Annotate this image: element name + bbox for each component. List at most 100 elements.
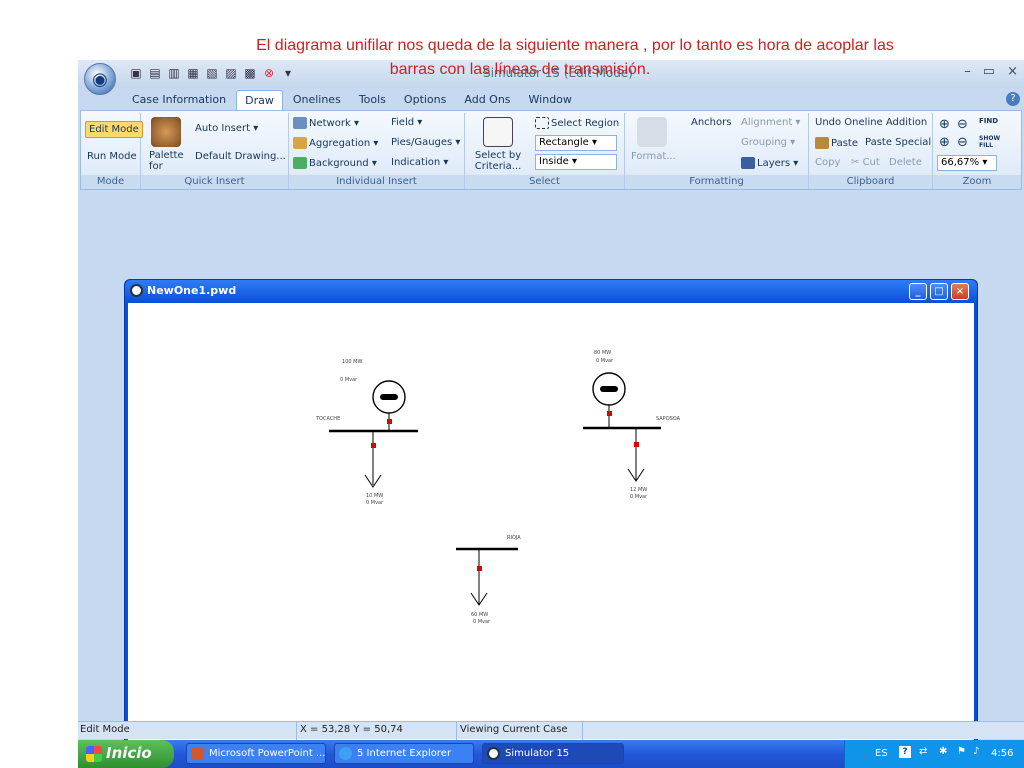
background-button[interactable]: Background ▾ (293, 157, 377, 169)
generator-breaker[interactable] (387, 419, 392, 424)
paste-button[interactable]: Paste (815, 137, 858, 149)
minimize-icon[interactable]: – (964, 64, 971, 79)
layers-icon (741, 157, 755, 169)
group-formatting: Format... Anchors Alignment ▾ Grouping ▾… (625, 113, 809, 189)
tab-case-information[interactable]: Case Information (124, 90, 234, 110)
saposoa-load-mvar: 0 Mvar (630, 494, 648, 500)
anchors-button[interactable]: Anchors (691, 117, 731, 128)
indication-button[interactable]: Indication ▾ (391, 157, 448, 168)
show-fill-button[interactable]: SHOW FILL (979, 135, 1009, 149)
grid-icon[interactable]: ▦ (185, 65, 201, 81)
load-breaker[interactable] (371, 443, 376, 448)
zoom-level-combo[interactable]: 66,67% ▾ (937, 155, 997, 171)
bluetooth-tray-icon[interactable]: ✱ (939, 746, 947, 757)
select-by-criteria-button[interactable]: Select by Criteria... (473, 150, 523, 172)
language-indicator[interactable]: ES (875, 748, 888, 759)
layers-button[interactable]: Layers ▾ (741, 157, 798, 169)
paste-special-button[interactable]: Paste Special (865, 137, 931, 148)
edit-mode-button[interactable]: Edit Mode (85, 121, 143, 138)
volume-tray-icon[interactable]: ♪ (973, 746, 979, 757)
network-button[interactable]: Network ▾ (293, 117, 359, 129)
tab-options[interactable]: Options (396, 90, 454, 110)
delete-button[interactable]: Delete (889, 157, 922, 168)
bus-rioja[interactable] (456, 547, 518, 606)
quick-access-toolbar: ▣ ▤ ▥ ▦ ▧ ▨ ▩ ⊗ ▾ (128, 65, 296, 81)
security-tray-icon[interactable]: ⚑ (957, 746, 966, 757)
zoom-in-icon[interactable]: ⊕ (939, 135, 950, 150)
run-mode-button[interactable]: Run Mode (87, 151, 137, 162)
aggregation-icon (293, 137, 307, 149)
cut-button[interactable]: ✂ Cut (851, 157, 880, 168)
undo-button[interactable]: Undo Oneline Addition (815, 117, 927, 128)
tab-window[interactable]: Window (521, 90, 580, 110)
task-internet-explorer[interactable]: 5 Internet Explorer (334, 743, 474, 764)
group-zoom: ⊕ ⊖ FIND ⊕ ⊖ SHOW FILL 66,67% ▾ Zoom (933, 113, 1021, 189)
slide-caption-line-1: El diagrama unifilar nos queda de la sig… (256, 37, 894, 54)
child-close-button[interactable]: × (951, 283, 969, 300)
save-icon[interactable]: ▣ (128, 65, 144, 81)
bus-tocache[interactable] (329, 380, 418, 488)
open-icon[interactable]: ▤ (147, 65, 163, 81)
tab-draw[interactable]: Draw (236, 90, 283, 110)
aggregation-button[interactable]: Aggregation ▾ (293, 137, 378, 149)
oneline-window-title-bar: NewOne1.pwd _ □ × (125, 280, 977, 302)
format-button[interactable]: Format... (631, 151, 676, 162)
qat-customize-icon[interactable]: ▾ (280, 65, 296, 81)
select-mode-combo[interactable]: Inside ▾ (535, 154, 617, 170)
copy-button[interactable]: Copy (815, 157, 840, 168)
case-icon[interactable]: ▥ (166, 65, 182, 81)
status-bar: Edit Mode X = 53,28 Y = 50,74 Viewing Cu… (78, 721, 1024, 740)
help-tray-icon[interactable]: ? (899, 746, 911, 758)
table-icon[interactable]: ▨ (223, 65, 239, 81)
grouping-button[interactable]: Grouping ▾ (741, 137, 795, 148)
rioja-bus-name: RIOJA (507, 535, 521, 541)
field-button[interactable]: Field ▾ (391, 117, 422, 128)
group-label-quick-insert: Quick Insert (141, 175, 288, 189)
load-breaker[interactable] (634, 442, 639, 447)
group-clipboard: Undo Oneline Addition Paste Paste Specia… (809, 113, 933, 189)
abort-icon[interactable]: ⊗ (261, 65, 277, 81)
pies-gauges-button[interactable]: Pies/Gauges ▾ (391, 137, 460, 148)
load-breaker[interactable] (477, 566, 482, 571)
select-shape-combo[interactable]: Rectangle ▾ (535, 135, 617, 151)
group-label-select: Select (465, 175, 624, 189)
group-label-mode: Mode (81, 175, 140, 189)
zoom-out-area-icon[interactable]: ⊖ (957, 117, 968, 132)
default-drawing-button[interactable]: Default Drawing... (195, 151, 286, 162)
zoom-area-icon[interactable]: ⊕ (939, 117, 950, 132)
alignment-button[interactable]: Alignment ▾ (741, 117, 800, 128)
tab-tools[interactable]: Tools (351, 90, 394, 110)
select-region-button[interactable]: Select Region (535, 117, 619, 129)
task-simulator[interactable]: Simulator 15 (482, 743, 624, 764)
status-coordinates: X = 53,28 Y = 50,74 (300, 724, 403, 735)
start-button[interactable]: Inicio (78, 740, 174, 768)
auto-insert-button[interactable]: Auto Insert ▾ (195, 123, 258, 134)
find-button[interactable]: FIND (979, 117, 998, 125)
tab-onelines[interactable]: Onelines (285, 90, 349, 110)
model-icon[interactable]: ▩ (242, 65, 258, 81)
list-icon[interactable]: ▧ (204, 65, 220, 81)
task-powerpoint[interactable]: Microsoft PowerPoint ... (186, 743, 326, 764)
restore-icon[interactable]: ▭ (983, 64, 995, 79)
generator-breaker[interactable] (607, 411, 612, 416)
help-icon[interactable]: ? (1006, 92, 1020, 106)
child-maximize-button[interactable]: □ (930, 283, 948, 300)
tocache-load-mvar: 0 Mvar (366, 500, 384, 506)
network-tray-icon[interactable]: ⇄ (919, 746, 927, 757)
format-icon (637, 117, 667, 147)
tocache-gen-mvar: 0 Mvar (340, 377, 358, 383)
generator-symbol (600, 386, 618, 392)
tab-add-ons[interactable]: Add Ons (456, 90, 518, 110)
zoom-out-icon[interactable]: ⊖ (957, 135, 968, 150)
oneline-canvas[interactable]: 100 MW 0 Mvar TOCACHE 10 MW 0 Mvar 80 MW… (128, 303, 974, 758)
palette-icon (151, 117, 181, 147)
child-minimize-button[interactable]: _ (909, 283, 927, 300)
bus-saposoa[interactable] (583, 372, 661, 482)
application-orb-icon[interactable]: ◉ (84, 63, 116, 95)
group-select: Select by Criteria... Select Region Rect… (465, 113, 625, 189)
palette-for-button[interactable]: Palette for (149, 150, 193, 172)
close-icon[interactable]: × (1007, 64, 1018, 79)
rioja-load-mvar: 0 Mvar (473, 619, 491, 625)
clock[interactable]: 4:56 (991, 748, 1013, 759)
screen: El diagrama unifilar nos queda de la sig… (0, 0, 1024, 768)
